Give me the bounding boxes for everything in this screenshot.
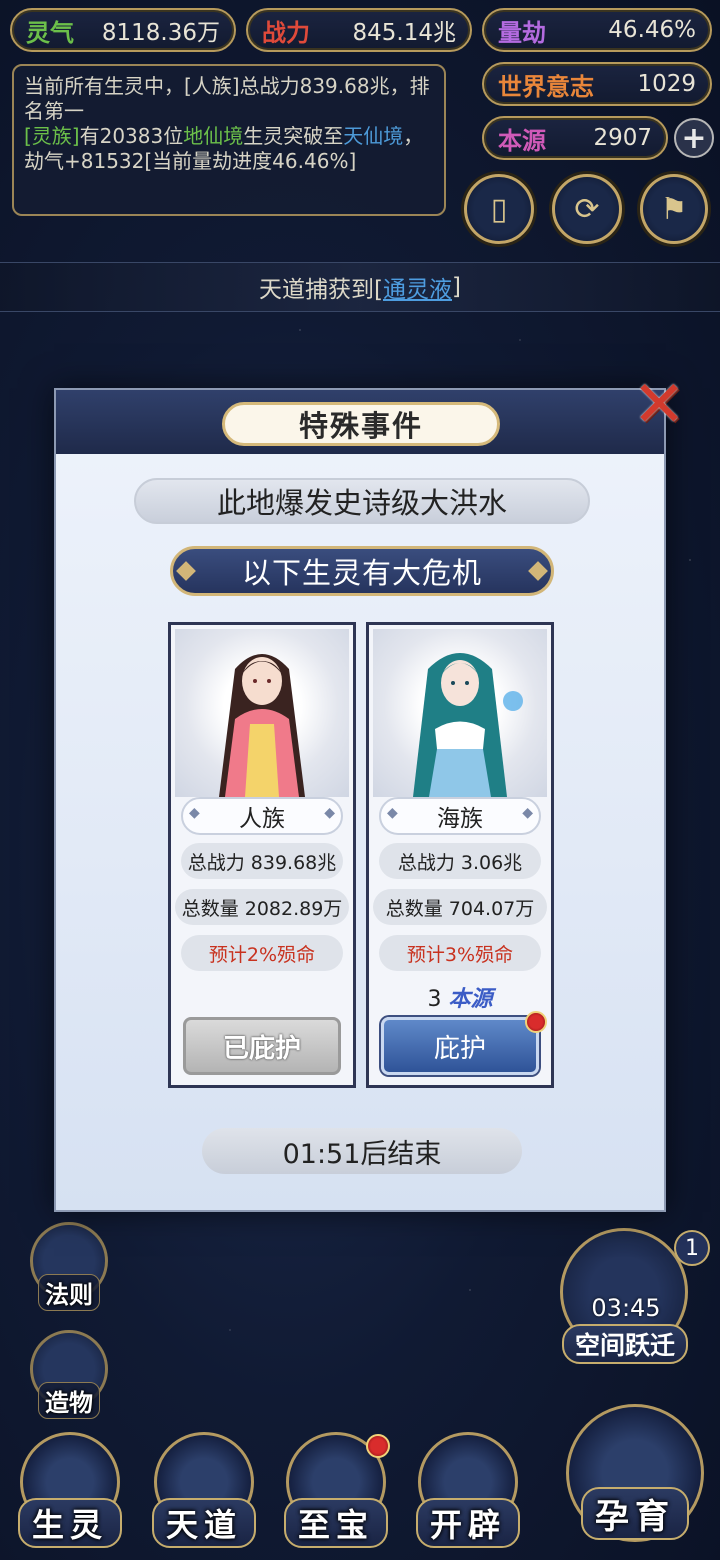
plus-icon: +	[681, 120, 707, 156]
nav-kai-pi[interactable]: 开辟	[410, 1432, 526, 1548]
total-count: 总数量 2082.89万	[175, 889, 349, 925]
event-log: 当前所有生灵中，[人族]总战力839.68兆，排名第一 [灵族]有20383位地…	[12, 64, 446, 216]
notification-dot	[366, 1434, 390, 1458]
nav-tian-dao[interactable]: 天道	[146, 1432, 262, 1548]
log-line-1: 当前所有生灵中，[人族]总战力839.68兆，排名第一	[24, 74, 430, 123]
log-line-2: [灵族]有20383位地仙境生灵突破至天仙境，劫气+81532[当前量劫进度46…	[24, 124, 434, 174]
race-card-ren: 人族 总战力 839.68兆 总数量 2082.89万 预计2%殒命 已庇护	[168, 622, 356, 1088]
lingqi-value: 8118.36万	[101, 20, 220, 46]
close-icon: ✕	[632, 368, 686, 442]
benyuan-value: 2907	[593, 125, 652, 151]
cost-currency: 本源	[448, 987, 493, 1012]
book-icon: ▯	[490, 191, 508, 227]
world-will-label: 世界意志	[498, 72, 594, 101]
add-benyuan-button[interactable]: +	[674, 118, 714, 158]
flag-icon: ⚑	[660, 191, 688, 227]
log-text: 生灵突破至	[243, 124, 344, 148]
side-menu-fa-ze[interactable]: 法则	[30, 1222, 108, 1311]
cost-amount: 3	[427, 987, 442, 1012]
log-realm: 地仙境	[183, 124, 244, 148]
benyuan-counter[interactable]: 本源 2907	[482, 116, 668, 160]
close-button[interactable]: ✕	[624, 368, 694, 442]
space-jump-label: 空间跃迁	[562, 1324, 688, 1364]
protect-cost: 3 本源	[369, 981, 551, 1013]
nav-label: 至宝	[283, 1498, 388, 1548]
danger-heading: 以下生灵有大危机	[170, 546, 554, 596]
notification-dot	[525, 1011, 547, 1033]
side-menu-label: 法则	[38, 1274, 100, 1311]
flag-button[interactable]: ⚑	[640, 174, 708, 244]
nav-zhi-bao[interactable]: 至宝	[278, 1432, 394, 1548]
cycle-icon: ⟳	[574, 191, 600, 227]
log-realm-2: 天仙境	[343, 124, 404, 148]
benyuan-label: 本源	[498, 126, 546, 155]
special-event-dialog: 特殊事件 ✕ 此地爆发史诗级大洪水 以下生灵有大危机 人族 总战力 839.68…	[54, 368, 686, 1212]
death-estimate: 预计3%殒命	[379, 935, 541, 971]
birth-button[interactable]: 孕育	[560, 1400, 710, 1550]
capture-banner: 天道捕获到[通灵液]	[0, 262, 720, 312]
liangjie-value: 46.46%	[608, 17, 696, 43]
total-count: 总数量 704.07万	[373, 889, 547, 925]
banner-prefix: 天道捕获到[	[259, 277, 383, 303]
zhanli-counter[interactable]: 战力 845.14兆	[246, 8, 472, 52]
event-description: 此地爆发史诗级大洪水	[134, 478, 590, 524]
world-will-value: 1029	[637, 71, 696, 97]
death-estimate: 预计2%殒命	[181, 935, 343, 971]
zhanli-value: 845.14兆	[352, 20, 456, 46]
protected-button[interactable]: 已庇护	[183, 1017, 341, 1075]
dialog-title: 特殊事件	[222, 402, 500, 446]
race-card-hai: 海族 总战力 3.06兆 总数量 704.07万 预计3%殒命 3 本源 庇护	[366, 622, 554, 1088]
race-name: 海族	[379, 797, 541, 835]
side-menu-label: 造物	[38, 1382, 100, 1419]
liangjie-label: 量劫	[498, 18, 546, 47]
zhanli-label: 战力	[262, 18, 310, 47]
nav-label: 开辟	[415, 1498, 520, 1548]
total-power: 总战力 839.68兆	[181, 843, 343, 879]
book-button[interactable]: ▯	[464, 174, 534, 244]
birth-label: 孕育	[581, 1487, 689, 1540]
side-menu-zao-wu[interactable]: 造物	[30, 1330, 108, 1419]
lingqi-counter[interactable]: 灵气 8118.36万	[10, 8, 236, 52]
log-race: [灵族]	[24, 124, 80, 148]
nav-label: 生灵	[17, 1498, 122, 1548]
nav-sheng-ling[interactable]: 生灵	[12, 1432, 128, 1548]
hai-zu-portrait	[373, 629, 547, 797]
ren-zu-portrait	[175, 629, 349, 797]
banner-item-link[interactable]: 通灵液	[383, 270, 452, 304]
protect-button[interactable]: 庇护	[381, 1017, 539, 1075]
total-power: 总战力 3.06兆	[379, 843, 541, 879]
cycle-button[interactable]: ⟳	[552, 174, 622, 244]
race-name: 人族	[181, 797, 343, 835]
notification-badge: 1	[674, 1230, 710, 1266]
banner-suffix: ]	[452, 274, 461, 300]
world-will-counter[interactable]: 世界意志 1029	[482, 62, 712, 106]
lingqi-label: 灵气	[26, 18, 74, 47]
space-jump-button[interactable]: 1 03:45 空间跃迁	[556, 1228, 710, 1364]
space-jump-timer: 03:45	[591, 1294, 661, 1322]
event-timer: 01:51后结束	[202, 1128, 522, 1174]
liangjie-counter[interactable]: 量劫 46.46%	[482, 8, 712, 52]
log-text: 有20383位	[79, 124, 184, 148]
nav-label: 天道	[151, 1498, 256, 1548]
